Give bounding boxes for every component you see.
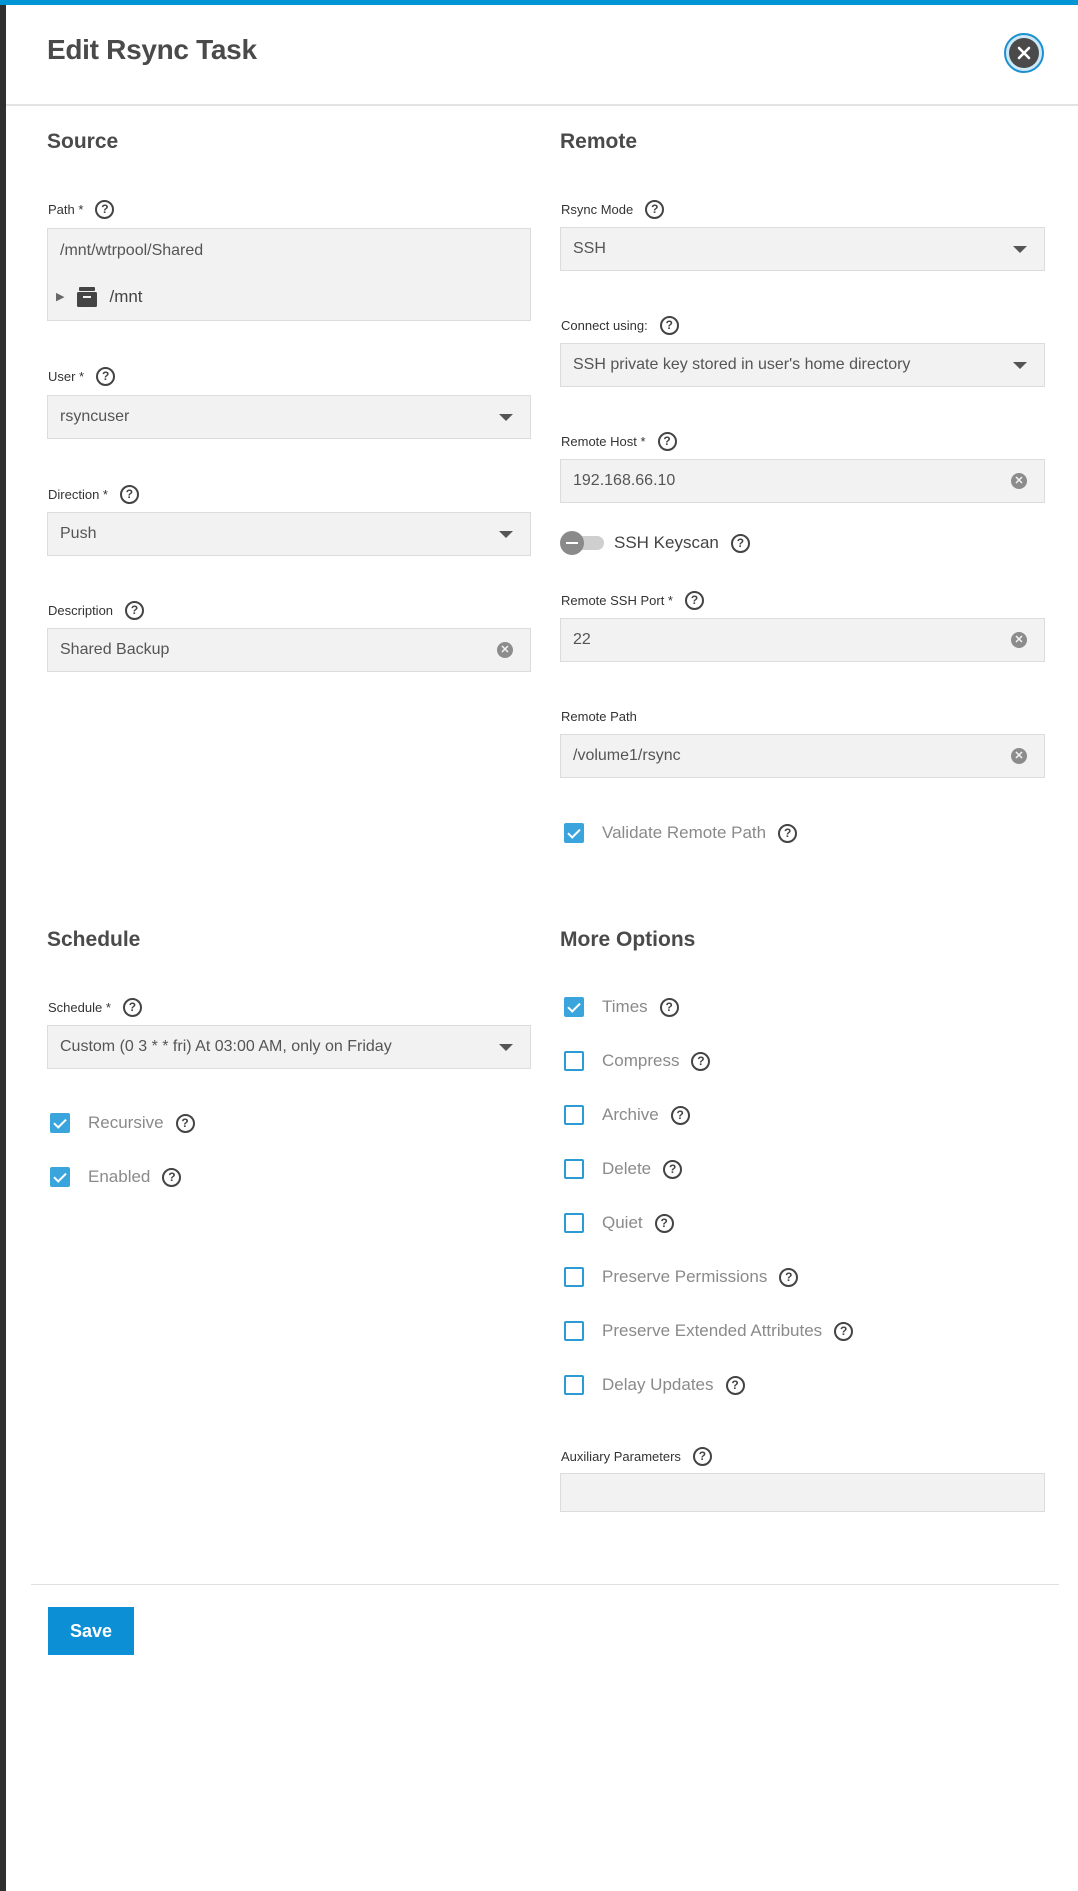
header-divider [6,104,1078,106]
help-icon[interactable]: ? [670,1105,690,1125]
remote-ssh-port-input[interactable]: 22 ✕ [560,618,1045,662]
top-accent-bar [0,0,1078,5]
rsync-mode-select[interactable]: SSH [560,227,1045,271]
schedule-label: Schedule *? [48,997,142,1017]
close-button[interactable] [1004,33,1044,73]
direction-select[interactable]: Push [47,512,531,556]
help-icon[interactable]: ? [125,600,145,620]
description-input[interactable]: Shared Backup ✕ [47,628,531,672]
section-schedule: Schedule [47,928,141,951]
path-label: Path *? [48,199,115,219]
help-icon[interactable]: ? [95,199,115,219]
help-icon[interactable]: ? [730,533,750,553]
close-icon [1009,38,1039,68]
clear-icon[interactable]: ✕ [1011,748,1027,764]
recursive-row: Recursive? [50,1110,195,1136]
auxiliary-parameters-input[interactable] [560,1473,1045,1512]
help-icon[interactable]: ? [779,1267,799,1287]
help-icon[interactable]: ? [778,823,798,843]
rsync-mode-label: Rsync Mode? [561,199,665,219]
help-icon[interactable]: ? [834,1321,854,1341]
validate-remote-path-checkbox[interactable] [564,823,584,843]
help-icon[interactable]: ? [96,366,116,386]
archive-checkbox[interactable] [564,1105,584,1125]
schedule-select[interactable]: Custom (0 3 * * fri) At 03:00 AM, only o… [47,1025,531,1069]
remote-host-label: Remote Host *? [561,431,677,451]
path-tree[interactable]: ▶ /mnt [47,273,531,321]
help-icon[interactable]: ? [162,1167,182,1187]
help-icon[interactable]: ? [663,1159,683,1179]
help-icon[interactable]: ? [685,590,704,610]
option-times-row: Times? [564,994,679,1020]
remote-host-input[interactable]: 192.168.66.10 ✕ [560,459,1045,503]
compress-checkbox[interactable] [564,1051,584,1071]
connect-using-select[interactable]: SSH private key stored in user's home di… [560,343,1045,387]
expand-arrow-icon[interactable]: ▶ [56,290,64,303]
connect-using-label: Connect using:? [561,315,679,335]
times-checkbox[interactable] [564,997,584,1017]
enabled-checkbox[interactable] [50,1167,70,1187]
help-icon[interactable]: ? [692,1446,712,1466]
clear-icon[interactable]: ✕ [1011,632,1027,648]
option-delay-updates-row: Delay Updates? [564,1372,745,1398]
validate-remote-path-row: Validate Remote Path? [564,820,798,846]
chevron-down-icon [499,530,513,538]
option-compress-row: Compress? [564,1048,711,1074]
dataset-icon [77,286,98,307]
clear-icon[interactable]: ✕ [1011,473,1027,489]
ssh-keyscan-label: SSH Keyscan [614,533,719,552]
direction-label: Direction *? [48,484,139,504]
preserve-permissions-checkbox[interactable] [564,1267,584,1287]
remote-path-label: Remote Path [561,708,637,724]
help-icon[interactable]: ? [657,431,677,451]
help-icon[interactable]: ? [645,199,665,219]
option-archive-row: Archive? [564,1102,690,1128]
clear-icon[interactable]: ✕ [497,642,513,658]
remote-path-input[interactable]: /volume1/rsync ✕ [560,734,1045,778]
background-edge [0,5,6,1891]
help-icon[interactable]: ? [659,997,679,1017]
dialog-title: Edit Rsync Task [47,34,257,65]
delay-updates-checkbox[interactable] [564,1375,584,1395]
chevron-down-icon [499,413,513,421]
option-preserve-extended-attributes-row: Preserve Extended Attributes? [564,1318,854,1344]
help-icon[interactable]: ? [691,1051,711,1071]
auxiliary-parameters-label: Auxiliary Parameters? [561,1446,712,1466]
help-icon[interactable]: ? [659,315,679,335]
preserve-extended-attributes-checkbox[interactable] [564,1321,584,1341]
chevron-down-icon [1013,361,1027,369]
enabled-row: Enabled? [50,1164,182,1190]
quiet-checkbox[interactable] [564,1213,584,1233]
option-quiet-row: Quiet? [564,1210,674,1236]
ssh-keyscan-toggle[interactable] [560,530,608,556]
ssh-keyscan-toggle-row: SSH Keyscan? [560,530,750,556]
recursive-checkbox[interactable] [50,1113,70,1133]
section-source: Source [47,130,119,153]
footer-divider [31,1584,1059,1585]
path-input[interactable]: /mnt/wtrpool/Shared [47,228,531,274]
help-icon[interactable]: ? [725,1375,745,1395]
delete-checkbox[interactable] [564,1159,584,1179]
remote-ssh-port-label: Remote SSH Port *? [561,590,704,610]
save-button[interactable]: Save [48,1607,134,1655]
user-select[interactable]: rsyncuser [47,395,531,439]
option-delete-row: Delete? [564,1156,683,1182]
chevron-down-icon [1013,245,1027,253]
section-more-options: More Options [560,928,696,951]
help-icon[interactable]: ? [119,484,139,504]
help-icon[interactable]: ? [122,997,142,1017]
option-preserve-permissions-row: Preserve Permissions? [564,1264,799,1290]
tree-root-label: /mnt [109,286,143,306]
chevron-down-icon [499,1043,513,1051]
help-icon[interactable]: ? [654,1213,674,1233]
description-label: Description? [48,600,145,620]
help-icon[interactable]: ? [175,1113,195,1133]
section-remote: Remote [560,130,638,153]
user-label: User *? [48,366,116,386]
